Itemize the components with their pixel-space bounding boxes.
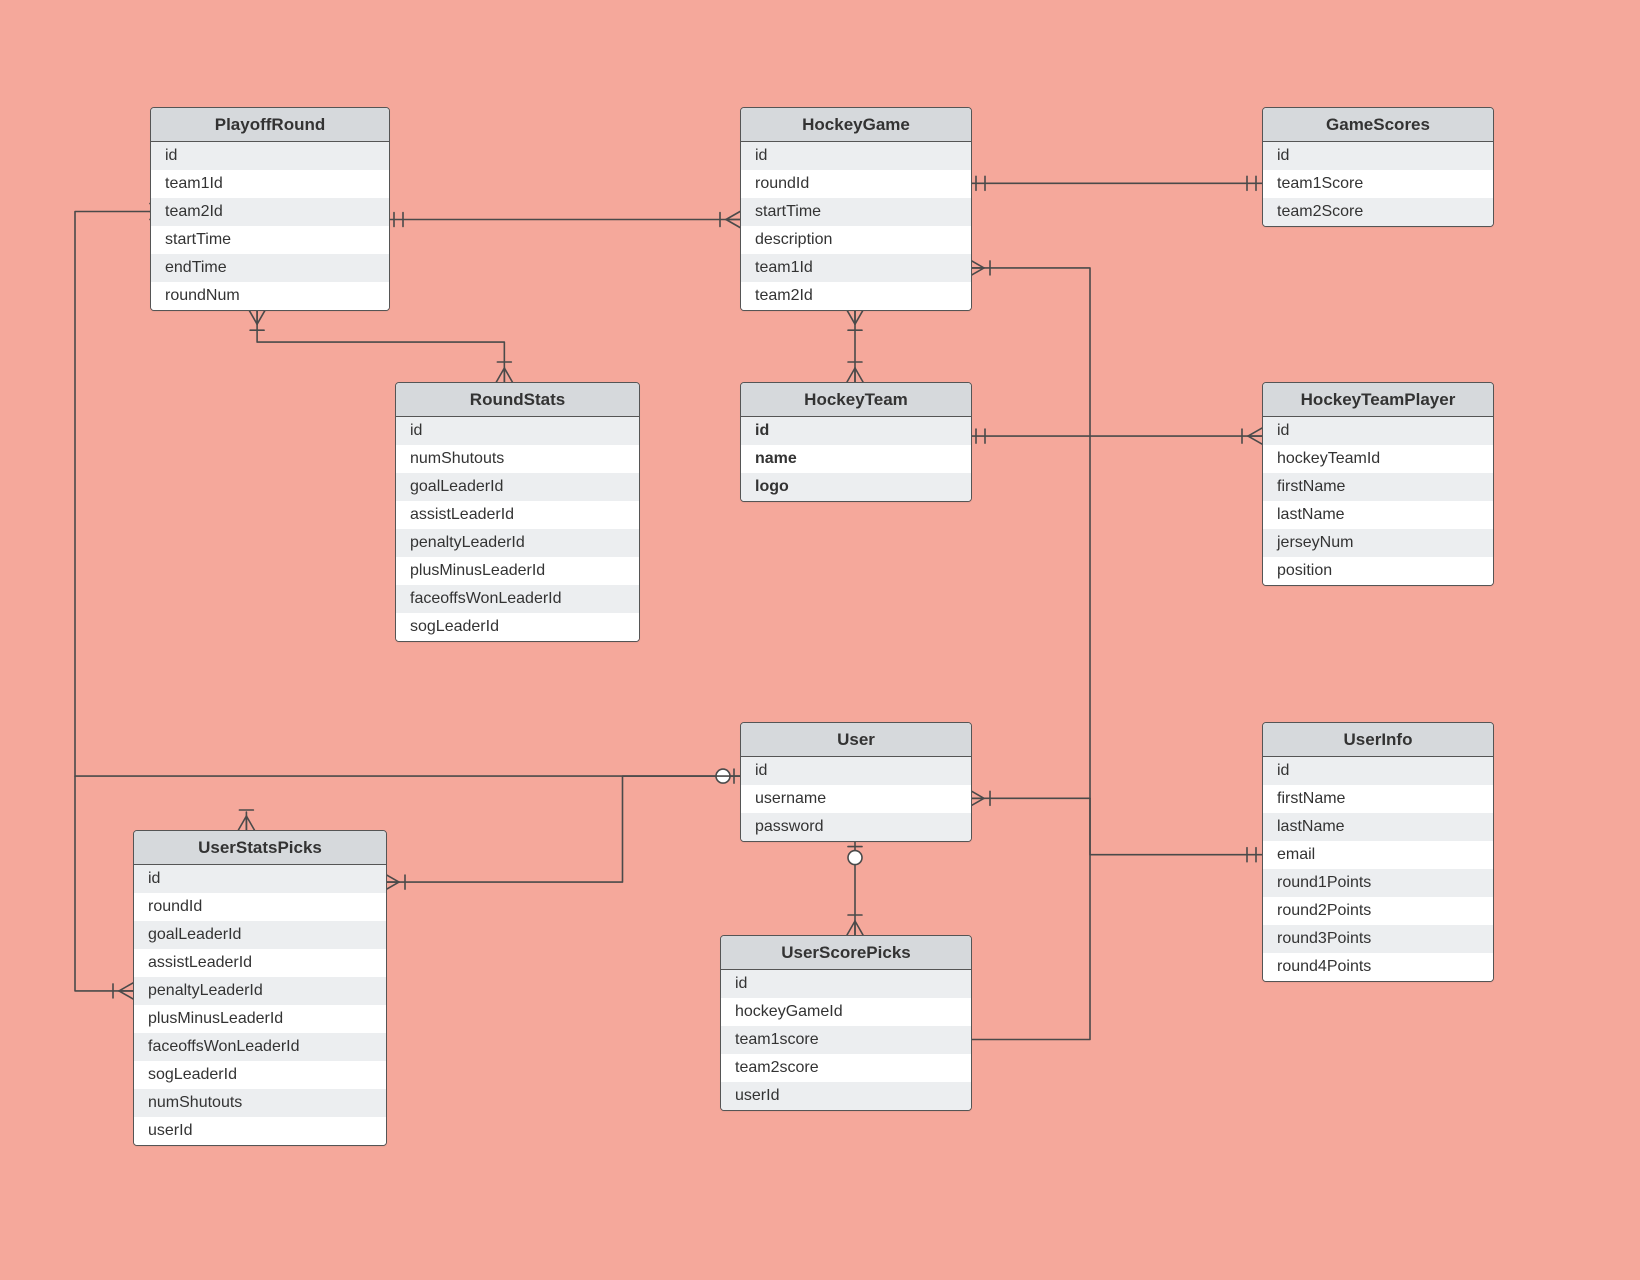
entity-field-userScorePicks-userId: userId [721, 1082, 971, 1110]
entity-field-gameScores-team2Score: team2Score [1263, 198, 1493, 226]
entity-field-roundStats-numShutouts: numShutouts [396, 445, 639, 473]
entity-field-playoffRound-id: id [151, 142, 389, 170]
entity-field-playoffRound-team1Id: team1Id [151, 170, 389, 198]
entity-field-hockeyGame-team2Id: team2Id [741, 282, 971, 310]
entity-body-roundStats: idnumShutoutsgoalLeaderIdassistLeaderIdp… [396, 417, 639, 641]
entity-hockeyTeam: HockeyTeamidnamelogo [740, 382, 972, 502]
entity-roundStats: RoundStatsidnumShutoutsgoalLeaderIdassis… [395, 382, 640, 642]
entity-field-userInfo-round2Points: round2Points [1263, 897, 1493, 925]
entity-body-userInfo: idfirstNamelastNameemailround1Pointsroun… [1263, 757, 1493, 981]
entity-user: Useridusernamepassword [740, 722, 972, 842]
entity-field-hockeyTeam-logo: logo [741, 473, 971, 501]
entity-field-roundStats-assistLeaderId: assistLeaderId [396, 501, 639, 529]
entity-header-hockeyGame: HockeyGame [741, 108, 971, 142]
entity-field-roundStats-faceoffsWonLeaderId: faceoffsWonLeaderId [396, 585, 639, 613]
entity-hockeyTeamPlayer: HockeyTeamPlayeridhockeyTeamIdfirstNamel… [1262, 382, 1494, 586]
entity-field-roundStats-id: id [396, 417, 639, 445]
entity-field-roundStats-plusMinusLeaderId: plusMinusLeaderId [396, 557, 639, 585]
entity-field-hockeyTeam-id: id [741, 417, 971, 445]
entity-body-hockeyGame: idroundIdstartTimedescriptionteam1Idteam… [741, 142, 971, 310]
entity-field-userStatsPicks-plusMinusLeaderId: plusMinusLeaderId [134, 1005, 386, 1033]
entity-field-gameScores-team1Score: team1Score [1263, 170, 1493, 198]
entity-hockeyGame: HockeyGameidroundIdstartTimedescriptiont… [740, 107, 972, 311]
entity-field-userStatsPicks-sogLeaderId: sogLeaderId [134, 1061, 386, 1089]
entity-field-userStatsPicks-assistLeaderId: assistLeaderId [134, 949, 386, 977]
entity-field-userStatsPicks-userId: userId [134, 1117, 386, 1145]
entity-field-roundStats-penaltyLeaderId: penaltyLeaderId [396, 529, 639, 557]
entity-field-userScorePicks-team1score: team1score [721, 1026, 971, 1054]
entity-field-user-password: password [741, 813, 971, 841]
entity-field-userStatsPicks-faceoffsWonLeaderId: faceoffsWonLeaderId [134, 1033, 386, 1061]
entity-header-userInfo: UserInfo [1263, 723, 1493, 757]
entity-userStatsPicks: UserStatsPicksidroundIdgoalLeaderIdassis… [133, 830, 387, 1146]
entity-gameScores: GameScoresidteam1Scoreteam2Score [1262, 107, 1494, 227]
entity-header-roundStats: RoundStats [396, 383, 639, 417]
entity-field-playoffRound-team2Id: team2Id [151, 198, 389, 226]
entity-field-userStatsPicks-penaltyLeaderId: penaltyLeaderId [134, 977, 386, 1005]
entity-field-hockeyTeamPlayer-id: id [1263, 417, 1493, 445]
entity-body-userStatsPicks: idroundIdgoalLeaderIdassistLeaderIdpenal… [134, 865, 386, 1145]
entity-field-userInfo-round3Points: round3Points [1263, 925, 1493, 953]
entity-userInfo: UserInfoidfirstNamelastNameemailround1Po… [1262, 722, 1494, 982]
entity-field-userInfo-round1Points: round1Points [1263, 869, 1493, 897]
entity-header-userStatsPicks: UserStatsPicks [134, 831, 386, 865]
entity-field-roundStats-sogLeaderId: sogLeaderId [396, 613, 639, 641]
entity-field-hockeyGame-team1Id: team1Id [741, 254, 971, 282]
entity-field-userInfo-email: email [1263, 841, 1493, 869]
entity-body-hockeyTeamPlayer: idhockeyTeamIdfirstNamelastNamejerseyNum… [1263, 417, 1493, 585]
entity-header-userScorePicks: UserScorePicks [721, 936, 971, 970]
entity-body-gameScores: idteam1Scoreteam2Score [1263, 142, 1493, 226]
entity-field-userInfo-lastName: lastName [1263, 813, 1493, 841]
entity-field-userStatsPicks-roundId: roundId [134, 893, 386, 921]
entity-field-hockeyTeam-name: name [741, 445, 971, 473]
entity-header-playoffRound: PlayoffRound [151, 108, 389, 142]
entity-field-user-id: id [741, 757, 971, 785]
entity-userScorePicks: UserScorePicksidhockeyGameIdteam1scorete… [720, 935, 972, 1111]
entity-field-userScorePicks-team2score: team2score [721, 1054, 971, 1082]
entity-field-hockeyTeamPlayer-jerseyNum: jerseyNum [1263, 529, 1493, 557]
entity-playoffRound: PlayoffRoundidteam1Idteam2IdstartTimeend… [150, 107, 390, 311]
entity-field-playoffRound-roundNum: roundNum [151, 282, 389, 310]
entity-field-playoffRound-endTime: endTime [151, 254, 389, 282]
entity-field-hockeyTeamPlayer-hockeyTeamId: hockeyTeamId [1263, 445, 1493, 473]
entity-field-userInfo-round4Points: round4Points [1263, 953, 1493, 981]
entity-field-roundStats-goalLeaderId: goalLeaderId [396, 473, 639, 501]
entity-field-user-username: username [741, 785, 971, 813]
entity-field-userInfo-id: id [1263, 757, 1493, 785]
entity-field-hockeyTeamPlayer-firstName: firstName [1263, 473, 1493, 501]
entity-field-userScorePicks-hockeyGameId: hockeyGameId [721, 998, 971, 1026]
entity-field-hockeyGame-roundId: roundId [741, 170, 971, 198]
entity-body-hockeyTeam: idnamelogo [741, 417, 971, 501]
entity-body-user: idusernamepassword [741, 757, 971, 841]
entity-field-userStatsPicks-id: id [134, 865, 386, 893]
entity-field-hockeyTeamPlayer-position: position [1263, 557, 1493, 585]
entity-field-userStatsPicks-numShutouts: numShutouts [134, 1089, 386, 1117]
entity-field-userScorePicks-id: id [721, 970, 971, 998]
entity-header-hockeyTeamPlayer: HockeyTeamPlayer [1263, 383, 1493, 417]
entity-field-userInfo-firstName: firstName [1263, 785, 1493, 813]
entity-header-hockeyTeam: HockeyTeam [741, 383, 971, 417]
entity-field-hockeyGame-description: description [741, 226, 971, 254]
entity-body-userScorePicks: idhockeyGameIdteam1scoreteam2scoreuserId [721, 970, 971, 1110]
entity-field-gameScores-id: id [1263, 142, 1493, 170]
entity-field-hockeyGame-startTime: startTime [741, 198, 971, 226]
entity-body-playoffRound: idteam1Idteam2IdstartTimeendTimeroundNum [151, 142, 389, 310]
entity-field-hockeyGame-id: id [741, 142, 971, 170]
entity-field-hockeyTeamPlayer-lastName: lastName [1263, 501, 1493, 529]
entity-header-user: User [741, 723, 971, 757]
entity-field-userStatsPicks-goalLeaderId: goalLeaderId [134, 921, 386, 949]
entity-field-playoffRound-startTime: startTime [151, 226, 389, 254]
entity-header-gameScores: GameScores [1263, 108, 1493, 142]
